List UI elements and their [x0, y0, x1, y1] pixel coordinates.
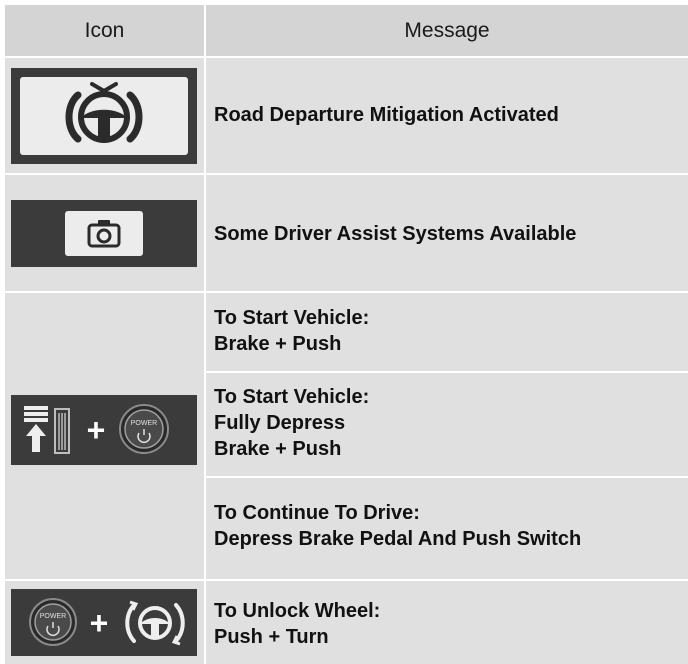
table-row: POWER + To Unlock Wheel: Push + Turn [5, 581, 688, 664]
table-row: Some Driver Assist Systems Available [5, 175, 688, 291]
message-cell: To Unlock Wheel: Push + Turn [206, 581, 688, 664]
message-cell: Some Driver Assist Systems Available [206, 175, 688, 291]
power-button-plus-steering-turn-icon: POWER + [11, 589, 197, 656]
message-text: Road Departure Mitigation Activated [214, 104, 559, 126]
camera-glyph-icon [87, 220, 121, 248]
message-cell: Road Departure Mitigation Activated [206, 58, 688, 173]
icon-cell [5, 175, 204, 291]
message-subcell: To Continue To Drive: Depress Brake Peda… [206, 478, 688, 579]
message-text: To Continue To Drive: Depress Brake Peda… [214, 502, 582, 550]
steering-wheel-icon [65, 82, 143, 143]
message-text: To Start Vehicle: Fully Depress Brake + … [214, 386, 370, 460]
table-header: Icon Message [5, 5, 688, 56]
plus-sign: + [87, 412, 106, 448]
message-subcell: To Start Vehicle: Brake + Push [206, 293, 688, 371]
brake-push-glyph-icon: + POWER [24, 404, 169, 454]
icon-display [65, 211, 143, 256]
message-subcell: To Start Vehicle: Fully Depress Brake + … [206, 373, 688, 476]
message-text: To Unlock Wheel: Push + Turn [214, 600, 381, 648]
table-row: + POWER To Start Vehicle: Brake + Push T… [5, 293, 688, 579]
icon-column-header: Icon [84, 18, 125, 42]
power-label: POWER [40, 613, 66, 620]
plus-sign: + [90, 605, 109, 641]
icon-cell: + POWER [5, 293, 204, 579]
message-text: Some Driver Assist Systems Available [214, 223, 577, 245]
message-cell: To Start Vehicle: Brake + Push To Start … [206, 293, 688, 579]
brake-pedal-plus-power-button-icon: + POWER [11, 395, 197, 465]
icon-cell: POWER + [5, 581, 204, 664]
table-row: Road Departure Mitigation Activated [5, 58, 688, 173]
message-text: To Start Vehicle: Brake + Push [214, 307, 370, 355]
camera-icon [11, 200, 197, 267]
icon-cell [5, 58, 204, 173]
road-departure-steering-icon [11, 68, 197, 164]
push-turn-glyph-icon: POWER + [29, 598, 185, 646]
power-label: POWER [131, 420, 157, 427]
message-column-header: Message [404, 18, 490, 42]
icon-display [20, 77, 188, 155]
